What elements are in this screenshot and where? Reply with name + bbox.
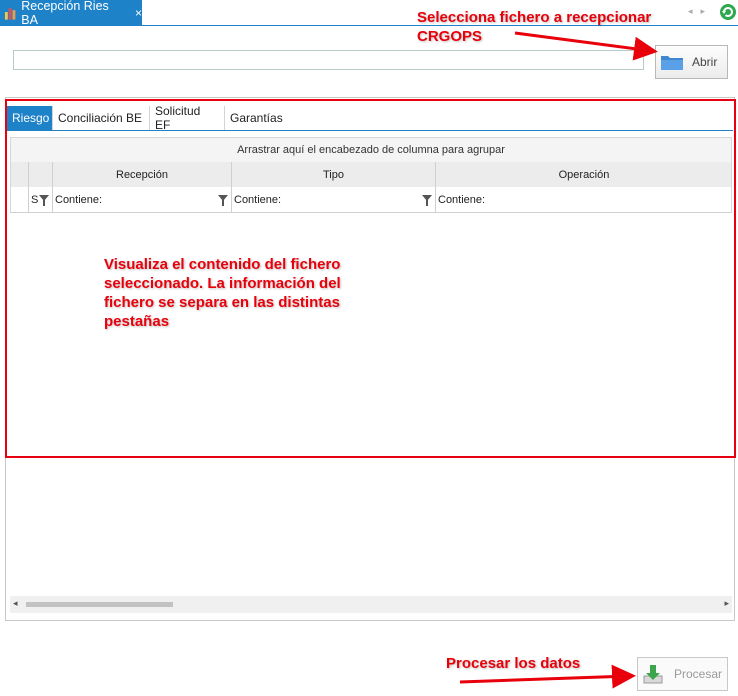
arrow-to-open-button	[514, 31, 658, 61]
annotation-arrows	[459, 31, 658, 689]
arrow-to-process-button	[459, 664, 636, 689]
